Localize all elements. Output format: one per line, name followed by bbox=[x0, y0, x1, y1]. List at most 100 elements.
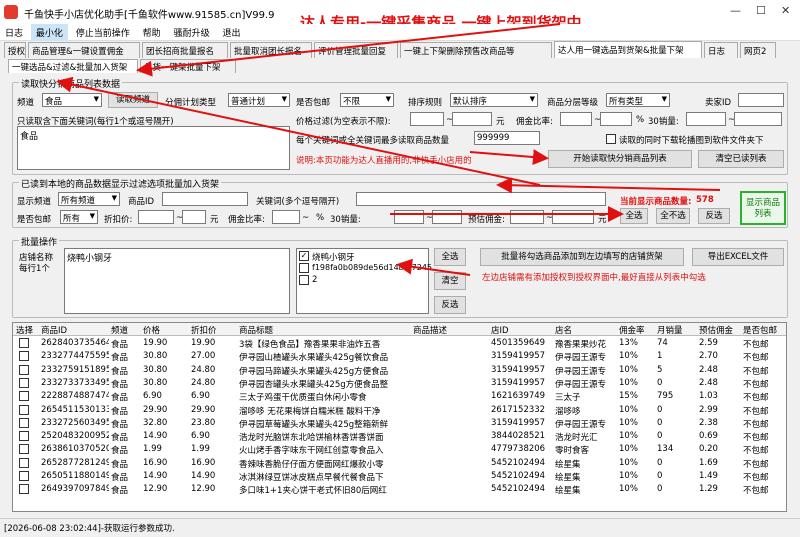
tab-log[interactable]: 日志 bbox=[704, 42, 738, 58]
table-row[interactable]: 2650511880149 食品 14.90 14.90 冰淇淋绿豆饼冰皮糕点早餐代餐食… bbox=[13, 470, 786, 483]
row-select-checkbox[interactable] bbox=[19, 484, 29, 495]
commission-max-input[interactable] bbox=[600, 112, 632, 126]
row-select-checkbox[interactable] bbox=[19, 471, 29, 481]
tab-shelf-ops[interactable]: 一键上下架删除预售改商品等 bbox=[400, 42, 552, 58]
subtab-select-add[interactable]: 一键选品&过滤&批量加入货架 bbox=[8, 59, 138, 73]
menu-minimize[interactable]: 最小化 bbox=[30, 24, 68, 41]
filter-unselect-button[interactable]: 全不选 bbox=[656, 208, 690, 224]
table-row[interactable]: 2638610370520 食品 1.99 1.99 火山烤手香字味东干网红创意零食品入… bbox=[13, 443, 786, 456]
col-product-id[interactable]: 商品ID bbox=[41, 324, 67, 336]
close-button[interactable]: ✕ bbox=[781, 4, 790, 17]
row-select-checkbox[interactable] bbox=[19, 377, 29, 388]
store-invert-button[interactable]: 反选 bbox=[434, 296, 466, 314]
export-excel-button[interactable]: 导出EXCEL文件 bbox=[692, 248, 784, 266]
store-item-2-checkbox[interactable] bbox=[299, 263, 309, 273]
col-channel[interactable]: 频道 bbox=[111, 324, 128, 336]
tab-group-signup[interactable]: 团长招商批量报名 bbox=[142, 42, 228, 58]
product-id-input[interactable] bbox=[162, 192, 248, 206]
price-min-input[interactable] bbox=[410, 112, 444, 126]
table-row[interactable]: 2649397097849 食品 12.90 12.90 多口味1+1夹心饼干老式怀旧8… bbox=[13, 483, 786, 496]
table-row[interactable]: 2332725603495 食品 32.80 23.80 伊寻园草莓罐头水果罐头425g… bbox=[13, 417, 786, 430]
filter-shipping-select[interactable]: 所有 bbox=[60, 210, 98, 224]
sales-min-input[interactable] bbox=[686, 112, 726, 126]
store-item-1-checkbox[interactable]: ✓ bbox=[299, 251, 309, 261]
level-select[interactable]: 所有类型 bbox=[606, 93, 670, 107]
discount-min-input[interactable] bbox=[138, 210, 174, 224]
keyword-textarea[interactable]: 食品 bbox=[17, 126, 290, 170]
table-row[interactable]: 2332774475595 食品 30.80 27.00 伊寻园山楂罐头水果罐头425g… bbox=[13, 350, 786, 363]
table-row[interactable]: 2652877281249 食品 16.90 16.90 香辣味香脆仔仔面方便面网红爆款… bbox=[13, 457, 786, 470]
col-commission[interactable]: 佣金率 bbox=[619, 324, 645, 336]
row-select-checkbox[interactable] bbox=[19, 417, 29, 428]
menu-stop[interactable]: 停止当前操作 bbox=[71, 24, 135, 41]
row-select-checkbox[interactable] bbox=[19, 351, 29, 362]
read-channel-button[interactable]: 读取频道 bbox=[108, 92, 158, 108]
col-select[interactable]: 选择 bbox=[16, 324, 33, 336]
store-item-3-checkbox[interactable] bbox=[299, 275, 309, 285]
filter-sales-max[interactable] bbox=[432, 210, 462, 224]
subtab-batch-remove[interactable]: 从货一键架批量下架 bbox=[140, 59, 236, 73]
table-row[interactable]: 2332759151895 食品 30.80 24.80 伊寻园马蹄罐头水果罐头425g… bbox=[13, 364, 786, 377]
shipping-select[interactable]: 不限 bbox=[340, 93, 394, 107]
tab-daren-select[interactable]: 达人用一键选品到货架&批量下架 bbox=[554, 41, 702, 58]
menu-log[interactable]: 日志 bbox=[0, 24, 28, 41]
row-select-checkbox[interactable] bbox=[19, 364, 29, 375]
table-row[interactable]: 2332733733495 食品 30.80 24.80 伊寻园杏罐头水果罐头425g方… bbox=[13, 377, 786, 390]
col-desc[interactable]: 商品描述 bbox=[413, 324, 447, 336]
tab-cancel-signup[interactable]: 批量取消团长报名 bbox=[230, 42, 312, 58]
filter-keyword-input[interactable] bbox=[356, 192, 606, 206]
minimize-button[interactable]: — bbox=[730, 4, 741, 17]
store-textarea[interactable]: 烧鸭小钢牙 bbox=[64, 248, 290, 314]
row-select-checkbox[interactable] bbox=[19, 391, 29, 402]
tab-reviews[interactable]: 评价管理批量回复 bbox=[314, 42, 398, 58]
menu-help[interactable]: 帮助 bbox=[138, 24, 166, 41]
col-monthly-sales[interactable]: 月销量 bbox=[657, 324, 683, 336]
row-select-checkbox[interactable] bbox=[19, 444, 29, 455]
seller-id-input[interactable] bbox=[738, 93, 784, 107]
table-row[interactable]: 2628403735464 食品 19.90 19.90 3袋【绿色食品】豫香果果非油炸… bbox=[13, 337, 786, 350]
sort-select[interactable]: 默认排序 bbox=[450, 93, 538, 107]
menu-upgrade[interactable]: 骚耐升级 bbox=[169, 24, 215, 41]
max-count-input[interactable]: 999999 bbox=[474, 131, 540, 145]
col-free-shipping[interactable]: 是否包邮 bbox=[743, 324, 777, 336]
store-checklist[interactable]: ✓ 烧鸭小钢牙 f198fa0b089de56d14bf57245 2 bbox=[296, 248, 432, 314]
filter-sales-min[interactable] bbox=[394, 210, 424, 224]
col-discount[interactable]: 折扣价 bbox=[191, 324, 217, 336]
store-select-all-button[interactable]: 全选 bbox=[434, 248, 466, 266]
tab-product-mgmt[interactable]: 商品管理&一键设置佣金 bbox=[28, 42, 140, 58]
table-row[interactable]: 2228874887474 食品 6.90 6.90 三太子鸡蛋干优质蛋白休闲小零食 16… bbox=[13, 390, 786, 403]
channel-select[interactable]: 食品 bbox=[42, 93, 102, 107]
show-list-button[interactable]: 显示商品列表 bbox=[740, 191, 786, 225]
row-select-checkbox[interactable] bbox=[19, 338, 29, 348]
col-shop-id[interactable]: 店ID bbox=[491, 324, 509, 336]
filter-invert-button[interactable]: 反选 bbox=[698, 208, 730, 224]
row-select-checkbox[interactable] bbox=[19, 431, 29, 442]
maximize-button[interactable]: ☐ bbox=[756, 4, 766, 17]
show-channel-select[interactable]: 所有频道 bbox=[58, 192, 120, 206]
batch-add-button[interactable]: 批量将勾选商品添加到左边填写的店铺货架 bbox=[480, 248, 684, 266]
filter-select-all-button[interactable]: 全选 bbox=[620, 208, 648, 224]
table-row[interactable]: 2520483200952 食品 14.90 6.90 浩龙时光脑饼东北哈饼榆林香饼香饼… bbox=[13, 430, 786, 443]
filter-commission-min[interactable] bbox=[272, 210, 300, 224]
commission-min-input[interactable] bbox=[560, 112, 592, 126]
col-shop-name[interactable]: 店名 bbox=[555, 324, 572, 336]
clear-read-button[interactable]: 清空已读列表 bbox=[698, 150, 784, 168]
col-est-commission[interactable]: 预估佣金 bbox=[699, 324, 733, 336]
col-title[interactable]: 商品标题 bbox=[239, 324, 273, 336]
discount-max-input[interactable] bbox=[182, 210, 206, 224]
est-commission-max[interactable] bbox=[552, 210, 594, 224]
download-images-checkbox[interactable] bbox=[606, 134, 616, 144]
plan-select[interactable]: 普通计划 bbox=[228, 93, 290, 107]
tab-web2[interactable]: 网页2 bbox=[740, 42, 776, 58]
col-price[interactable]: 价格 bbox=[143, 324, 160, 336]
menu-exit[interactable]: 退出 bbox=[217, 24, 245, 41]
table-row[interactable]: 2654511530133 食品 29.90 29.90 溜哆哆 无花果梅饼白糯米糕 酸… bbox=[13, 404, 786, 417]
sales-max-input[interactable] bbox=[734, 112, 782, 126]
est-commission-min[interactable] bbox=[510, 210, 544, 224]
tab-auth[interactable]: 授权 bbox=[4, 42, 26, 58]
store-clear-button[interactable]: 清空 bbox=[434, 272, 466, 290]
price-max-input[interactable] bbox=[452, 112, 492, 126]
row-select-checkbox[interactable] bbox=[19, 404, 29, 415]
start-read-button[interactable]: 开始读取快分销商品列表 bbox=[548, 150, 692, 168]
row-select-checkbox[interactable] bbox=[19, 457, 29, 468]
